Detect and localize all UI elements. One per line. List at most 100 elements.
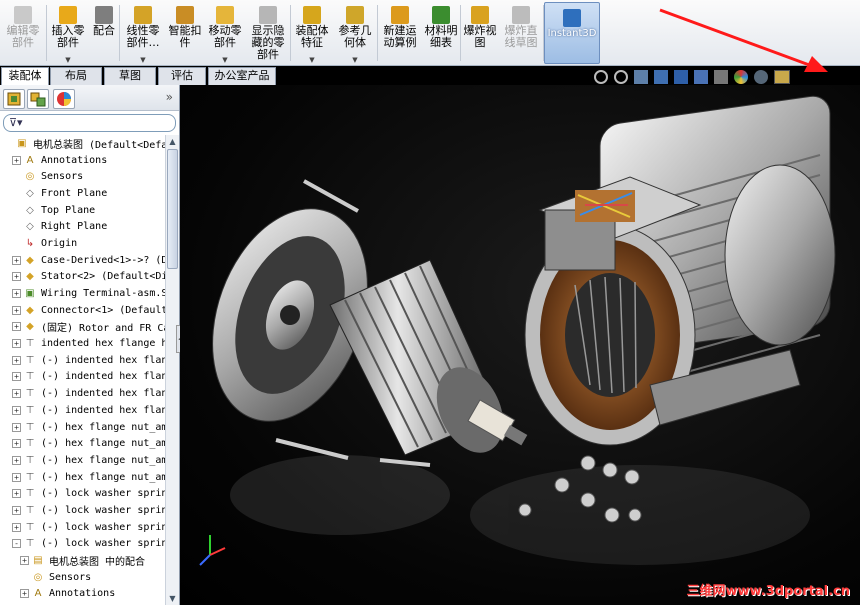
zoom-area-icon[interactable]: [614, 70, 628, 84]
tree-item[interactable]: + ▤ 电机总装图 中的配合: [0, 552, 165, 569]
expand-icon[interactable]: +: [12, 372, 21, 382]
tree-item[interactable]: + A Annotations: [0, 586, 165, 603]
zoom-to-fit-icon[interactable]: [594, 70, 608, 84]
tree-item[interactable]: + ⊤ (-) hex flange nut_am<: [0, 419, 165, 436]
tree-item[interactable]: - ⊤ (-) lock washer spring: [0, 536, 165, 553]
tree-item[interactable]: + ⊤ (-) hex flange nut_am<: [0, 469, 165, 486]
expand-icon[interactable]: +: [12, 255, 21, 265]
tree-item[interactable]: + ⊤ (-) hex flange nut_am<: [0, 435, 165, 452]
expand-icon[interactable]: +: [20, 556, 29, 566]
tree-item[interactable]: + ◆ Stator<2> (Default<Disp: [0, 269, 165, 286]
origin-icon: ↳: [25, 237, 35, 249]
chevron-down-icon[interactable]: ▼: [65, 56, 70, 64]
tree-item[interactable]: + ◆ Case-Derived<1>->? (Def: [0, 252, 165, 269]
tree-item-label: Top Plane: [41, 204, 96, 216]
tree-item[interactable]: + ⊤ (-) indented hex flange: [0, 385, 165, 402]
toolbar-button-1[interactable]: 插入零 部件 ▼: [47, 0, 89, 66]
toolbar-button-3[interactable]: 线性零 部件… ▼: [120, 0, 166, 66]
scroll-down-icon[interactable]: ▼: [166, 592, 179, 605]
tree-item[interactable]: ◎ Sensors: [0, 168, 165, 185]
toolbar-button-5[interactable]: 移动零 部件 ▼: [204, 0, 246, 66]
toolbar-button-label: 装配体 特征: [295, 24, 329, 49]
tree-filter-input[interactable]: ⊽▾: [3, 114, 176, 132]
toolbar-button-2[interactable]: 配合: [89, 0, 119, 66]
fastener-icon: ⊤: [25, 421, 35, 433]
toolbar-button-0[interactable]: 编辑零 部件: [0, 0, 46, 66]
motor-housing: [524, 95, 836, 446]
toolbar-button-10[interactable]: 材料明 细表: [422, 0, 460, 66]
tree-item[interactable]: + ⊤ indented hex flange he: [0, 335, 165, 352]
tree-item[interactable]: + ⊤ (-) indented hex flange: [0, 352, 165, 369]
tree-item[interactable]: ▣ 电机总装图 (Default<Default: [0, 135, 165, 152]
toolbar-button-6[interactable]: 显示隐 藏的零 部件: [246, 0, 290, 66]
expand-icon[interactable]: +: [12, 305, 21, 315]
panel-expand-icon[interactable]: »: [166, 90, 173, 104]
expand-icon[interactable]: +: [12, 455, 21, 465]
toolbar-button-11[interactable]: 爆炸视 图: [461, 0, 499, 66]
expand-icon[interactable]: +: [20, 589, 29, 599]
toolbar-button-13[interactable]: Instant3D: [544, 2, 600, 64]
scroll-thumb[interactable]: [167, 149, 178, 269]
tree-item[interactable]: ↳ Origin: [0, 235, 165, 252]
expand-icon[interactable]: +: [12, 272, 21, 282]
toolbar-button-7[interactable]: 装配体 特征 ▼: [291, 0, 333, 66]
expand-icon[interactable]: +: [12, 389, 21, 399]
tree-item-label: Right Plane: [41, 221, 108, 233]
tree-item-label: (固定) Rotor and FR Cap: [41, 323, 165, 335]
sensors-icon: ◎: [25, 171, 35, 183]
toolbar-button-9[interactable]: 新建运 动算例: [378, 0, 422, 66]
tree-item[interactable]: + A Annotations: [0, 152, 165, 169]
expand-icon[interactable]: +: [12, 522, 21, 532]
command-tab-4[interactable]: 办公室产品: [208, 67, 276, 85]
expand-icon[interactable]: +: [12, 155, 21, 165]
tree-item[interactable]: + ⊤ (-) lock washer spring: [0, 519, 165, 536]
expand-icon[interactable]: +: [12, 289, 21, 299]
expand-icon[interactable]: +: [12, 355, 21, 365]
chevron-down-icon[interactable]: ▼: [140, 56, 145, 64]
toolbar-button-label: 参考几 何体: [338, 24, 372, 49]
tree-item[interactable]: + ⊤ (-) lock washer spring: [0, 485, 165, 502]
chevron-down-icon[interactable]: ▼: [222, 56, 227, 64]
display-manager-tab[interactable]: [53, 89, 75, 109]
toolbar-button-8[interactable]: 参考几 何体 ▼: [333, 0, 377, 66]
toolbar-button-12[interactable]: 爆炸直 线草图: [499, 0, 543, 66]
expand-icon[interactable]: +: [12, 472, 21, 482]
expand-icon[interactable]: +: [12, 322, 21, 332]
command-tab-1[interactable]: 布局: [50, 67, 102, 85]
feature-manager-tab[interactable]: [3, 89, 25, 109]
tree-scrollbar[interactable]: ▲ ▼: [165, 135, 179, 605]
expand-icon[interactable]: +: [12, 422, 21, 432]
expand-icon[interactable]: +: [12, 339, 21, 349]
tree-item[interactable]: ◎ Sensors: [0, 569, 165, 586]
assembly-icon: ▣: [17, 137, 27, 149]
tree-item-label: (-) hex flange nut_am<: [41, 471, 165, 483]
chevron-down-icon[interactable]: ▼: [309, 56, 314, 64]
command-tab-2[interactable]: 草图: [104, 67, 156, 85]
tree-item[interactable]: + ◆ Connector<1> (Default<: [0, 302, 165, 319]
property-manager-tab[interactable]: [27, 89, 49, 109]
tree-item[interactable]: + ⊤ (-) indented hex flange: [0, 369, 165, 386]
tree-item[interactable]: + ⊤ (-) indented hex flange: [0, 402, 165, 419]
tree-item[interactable]: + ⊤ (-) hex flange nut_am<: [0, 452, 165, 469]
collapse-icon[interactable]: -: [12, 539, 21, 549]
scroll-up-icon[interactable]: ▲: [166, 135, 179, 148]
tree-item[interactable]: ◇ Front Plane: [0, 185, 165, 202]
expand-icon[interactable]: +: [12, 405, 21, 415]
graphics-viewport[interactable]: 三维网www.3dportal.cn: [180, 85, 860, 605]
previous-view-icon[interactable]: [634, 70, 648, 84]
tree-item[interactable]: ◇ Right Plane: [0, 218, 165, 235]
tree-item[interactable]: + ◆ (固定) Rotor and FR Cap: [0, 319, 165, 336]
tree-item[interactable]: + ▣ Wiring Terminal-asm.SLD: [0, 285, 165, 302]
command-tab-3[interactable]: 评估: [158, 67, 206, 85]
tree-item[interactable]: + ⊤ (-) lock washer spring: [0, 502, 165, 519]
expand-icon[interactable]: +: [12, 439, 21, 449]
toolbar-button-label: 显示隐 藏的零 部件: [251, 24, 285, 61]
toolbar-button-4[interactable]: 智能扣 件: [166, 0, 204, 66]
expand-icon[interactable]: +: [12, 489, 21, 499]
tree-item[interactable]: ◇ Top Plane: [0, 202, 165, 219]
chevron-down-icon[interactable]: ▼: [352, 56, 357, 64]
axis-triad: [199, 535, 226, 566]
tree-item-label: Sensors: [49, 571, 92, 583]
expand-icon[interactable]: +: [12, 505, 21, 515]
command-tab-0[interactable]: 装配体: [1, 67, 49, 85]
